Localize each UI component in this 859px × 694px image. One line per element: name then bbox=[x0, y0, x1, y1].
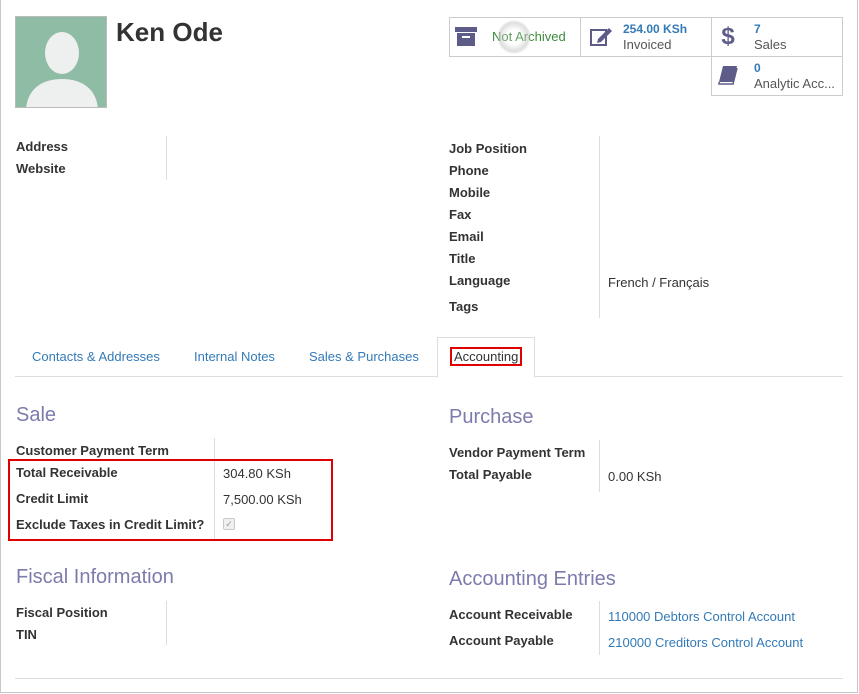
tin-label: TIN bbox=[16, 627, 37, 642]
account-payable-label: Account Payable bbox=[449, 633, 554, 648]
dollar-icon: $ bbox=[721, 23, 735, 50]
sales-button[interactable]: $ 7 Sales bbox=[711, 17, 843, 57]
mobile-label: Mobile bbox=[449, 185, 491, 200]
customer-payment-term-label: Customer Payment Term bbox=[16, 443, 169, 458]
website-label: Website bbox=[16, 161, 66, 176]
sale-heading: Sale bbox=[16, 404, 57, 426]
form-sheet: Ken Ode Not Archived 254.00 KSh Invoiced… bbox=[0, 0, 858, 693]
phone-label: Phone bbox=[449, 163, 489, 178]
avatar[interactable] bbox=[15, 16, 107, 108]
job-position-label: Job Position bbox=[449, 141, 527, 156]
account-receivable-link[interactable]: 110000 Debtors Control Account bbox=[608, 609, 795, 624]
fiscal-heading: Fiscal Information bbox=[16, 566, 174, 588]
field-divider bbox=[166, 601, 167, 645]
title-label: Title bbox=[449, 251, 476, 266]
total-payable-label: Total Payable bbox=[449, 467, 532, 482]
field-divider bbox=[166, 136, 167, 180]
analytic-label: Analytic Acc... bbox=[754, 76, 835, 91]
vendor-payment-term-label: Vendor Payment Term bbox=[449, 445, 586, 460]
analytic-accounts-button[interactable]: 0 Analytic Acc... bbox=[711, 56, 843, 96]
language-value[interactable]: French / Français bbox=[608, 275, 709, 290]
language-label: Language bbox=[449, 273, 511, 288]
tags-label: Tags bbox=[449, 299, 479, 314]
tab-contacts-addresses[interactable]: Contacts & Addresses bbox=[32, 336, 160, 377]
archive-box-icon bbox=[450, 25, 482, 50]
sales-count: 7 bbox=[754, 22, 761, 36]
click-ripple bbox=[497, 20, 531, 54]
notebook-tabs: Contacts & Addresses Internal Notes Sale… bbox=[15, 336, 843, 378]
field-divider bbox=[599, 601, 600, 655]
pencil-square-icon bbox=[585, 25, 617, 50]
accounting-entries-heading: Accounting Entries bbox=[449, 568, 616, 590]
invoiced-button[interactable]: 254.00 KSh Invoiced bbox=[580, 17, 712, 57]
footer-divider bbox=[15, 678, 843, 679]
field-divider bbox=[599, 136, 600, 318]
invoiced-label: Invoiced bbox=[623, 37, 672, 52]
purchase-heading: Purchase bbox=[449, 406, 534, 428]
email-label: Email bbox=[449, 229, 484, 244]
tab-accounting[interactable]: Accounting bbox=[437, 337, 536, 378]
tab-sales-purchases[interactable]: Sales & Purchases bbox=[309, 336, 419, 377]
highlight-box bbox=[8, 459, 333, 541]
address-label: Address bbox=[16, 139, 69, 154]
book-icon bbox=[712, 64, 744, 89]
analytic-count: 0 bbox=[754, 61, 761, 75]
invoiced-value: 254.00 KSh bbox=[623, 22, 688, 36]
partner-name[interactable]: Ken Ode bbox=[116, 17, 223, 48]
avatar-placeholder-icon bbox=[26, 32, 98, 107]
fiscal-position-label: Fiscal Position bbox=[16, 605, 108, 620]
tab-internal-notes[interactable]: Internal Notes bbox=[194, 336, 275, 377]
account-receivable-label: Account Receivable bbox=[449, 607, 573, 622]
sales-label: Sales bbox=[754, 37, 787, 52]
account-payable-link[interactable]: 210000 Creditors Control Account bbox=[608, 635, 803, 650]
field-divider bbox=[599, 440, 600, 492]
tab-accounting-label: Accounting bbox=[450, 347, 523, 366]
fax-label: Fax bbox=[449, 207, 472, 222]
total-payable-value: 0.00 KSh bbox=[608, 469, 662, 484]
